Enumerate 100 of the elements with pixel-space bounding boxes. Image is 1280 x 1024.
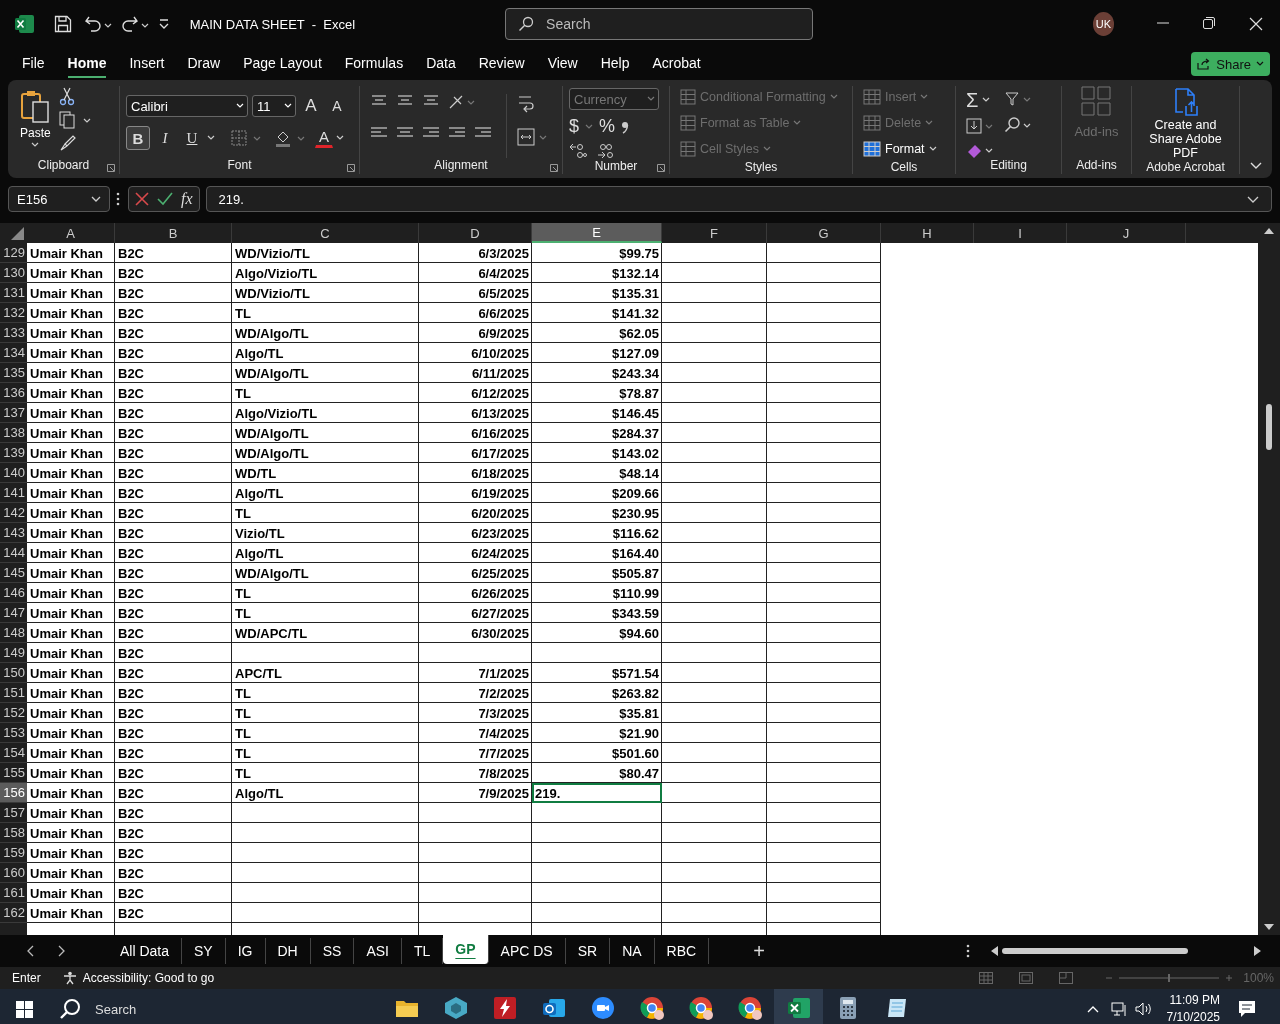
zoom-slider[interactable] — [1105, 973, 1234, 983]
row-header[interactable]: 148 — [0, 623, 27, 643]
autosum-button[interactable]: Σ — [966, 90, 979, 110]
row-header[interactable]: 151 — [0, 683, 27, 703]
row-header[interactable]: 149 — [0, 643, 27, 663]
increase-decimal-icon[interactable] — [569, 143, 587, 159]
collapse-ribbon-icon[interactable] — [1250, 162, 1262, 170]
decrease-decimal-icon[interactable] — [597, 143, 615, 159]
insert-function-button[interactable]: fx — [181, 190, 193, 208]
row-header[interactable]: 154 — [0, 743, 27, 763]
page-layout-icon[interactable] — [1019, 972, 1034, 984]
brush-icon[interactable] — [58, 134, 77, 152]
row-header[interactable]: 140 — [0, 463, 27, 483]
row-header[interactable]: 161 — [0, 883, 27, 903]
font-style-button[interactable]: I — [153, 126, 177, 150]
row-header[interactable]: 132 — [0, 303, 27, 323]
borders-icon[interactable] — [231, 130, 261, 146]
dialog-launcher-icon[interactable] — [107, 164, 115, 172]
dialog-launcher-icon[interactable] — [550, 164, 558, 172]
row-header[interactable]: 145 — [0, 563, 27, 583]
ribbon-tab[interactable]: Help — [600, 50, 630, 78]
font-color-button[interactable]: A — [315, 128, 333, 148]
fill-down-icon[interactable] — [966, 118, 994, 134]
row-header[interactable]: 141 — [0, 483, 27, 503]
row-header[interactable]: 139 — [0, 443, 27, 463]
taskbar-search[interactable]: Search — [95, 1001, 137, 1017]
sheet-tab[interactable]: NA — [610, 938, 655, 964]
sheet-tab[interactable]: APC DS — [488, 938, 566, 964]
paste-button[interactable]: Paste — [20, 90, 51, 158]
cells-menu-button[interactable]: Format — [863, 138, 945, 160]
sheet-tab[interactable]: IG — [225, 938, 266, 964]
row-header[interactable]: 146 — [0, 583, 27, 603]
font-size-dropdown[interactable]: 11 — [252, 95, 296, 117]
ribbon-tab[interactable]: Data — [426, 50, 456, 78]
ribbon-tab[interactable]: Insert — [129, 50, 165, 78]
sheet-tab[interactable]: RBC — [654, 938, 710, 964]
slider-thumb[interactable] — [1168, 974, 1171, 982]
row-header[interactable]: 157 — [0, 803, 27, 823]
notification-icon[interactable] — [1238, 1000, 1256, 1018]
number-format-dropdown[interactable]: Currency — [569, 88, 659, 110]
wrap-text-icon[interactable] — [517, 94, 535, 114]
create-pdf-button[interactable]: Create and Share Adobe PDF — [1138, 88, 1233, 160]
row-header[interactable]: 159 — [0, 843, 27, 863]
accessibility-status[interactable]: Accessibility: Good to go — [82, 971, 215, 985]
undo-icon[interactable] — [83, 15, 112, 33]
comma-style-icon[interactable] — [621, 119, 630, 134]
scroll-up-icon[interactable] — [1264, 227, 1274, 234]
row-header[interactable]: 134 — [0, 343, 27, 363]
row-header[interactable]: 156 — [0, 783, 27, 803]
name-box[interactable]: E156 — [8, 186, 110, 212]
percent-button[interactable]: % — [599, 116, 616, 137]
search-icon[interactable] — [1004, 116, 1032, 134]
orientation-icon[interactable] — [448, 94, 476, 110]
enter-icon[interactable] — [157, 192, 173, 206]
scissors-icon[interactable] — [58, 86, 75, 106]
row-header[interactable]: 129 — [0, 243, 27, 263]
normal-view-icon[interactable] — [979, 972, 994, 984]
horizontal-scrollbar[interactable] — [990, 945, 1262, 957]
merge-icon[interactable] — [517, 128, 547, 146]
row-header[interactable]: 162 — [0, 903, 27, 923]
row-header[interactable]: 142 — [0, 503, 27, 523]
user-avatar[interactable]: UK — [1092, 12, 1114, 36]
sheet-tab[interactable]: GP — [443, 934, 489, 964]
network-icon[interactable] — [1110, 1001, 1129, 1017]
scroll-down-icon[interactable] — [1264, 924, 1274, 931]
row-header[interactable]: 130 — [0, 263, 27, 283]
row-header[interactable]: 147 — [0, 603, 27, 623]
scrollbar-thumb[interactable] — [1265, 404, 1273, 450]
add-sheet-button[interactable]: + — [747, 938, 771, 964]
sheet-tab[interactable]: All Data — [108, 938, 183, 964]
redo-icon[interactable] — [120, 15, 149, 33]
tray-caret-icon[interactable] — [1086, 1005, 1099, 1013]
ribbon-tab[interactable]: Formulas — [344, 50, 404, 78]
copy-icon[interactable] — [58, 110, 93, 130]
row-header[interactable]: 150 — [0, 663, 27, 683]
restore-icon[interactable] — [1203, 17, 1215, 29]
sort-filter-icon[interactable] — [1004, 90, 1032, 108]
row-header[interactable]: 136 — [0, 383, 27, 403]
currency-button[interactable]: $ — [569, 116, 579, 137]
column-header[interactable]: E — [532, 223, 662, 243]
row-header[interactable]: 160 — [0, 863, 27, 883]
font-name-dropdown[interactable]: Calibri — [126, 95, 248, 117]
cancel-icon[interactable] — [135, 192, 149, 206]
eraser-icon[interactable] — [966, 142, 994, 158]
row-header[interactable]: 137 — [0, 403, 27, 423]
row-header[interactable]: 153 — [0, 723, 27, 743]
row-header[interactable]: 144 — [0, 543, 27, 563]
sheet-tab[interactable]: SR — [565, 938, 611, 964]
fill-color-icon[interactable] — [275, 129, 305, 147]
sheet-tab[interactable]: ASI — [354, 938, 402, 964]
font-style-button[interactable]: U — [180, 126, 204, 150]
grow-font-button[interactable]: A — [300, 94, 322, 118]
start-icon[interactable] — [16, 1000, 33, 1018]
formula-input[interactable]: 219. — [205, 186, 1272, 212]
row-header[interactable]: 155 — [0, 763, 27, 783]
sheet-tab[interactable]: SY — [182, 938, 226, 964]
dialog-launcher-icon[interactable] — [657, 164, 665, 172]
share-button[interactable]: Share — [1191, 52, 1270, 76]
row-header[interactable]: 138 — [0, 423, 27, 443]
page-break-icon[interactable] — [1059, 972, 1074, 984]
